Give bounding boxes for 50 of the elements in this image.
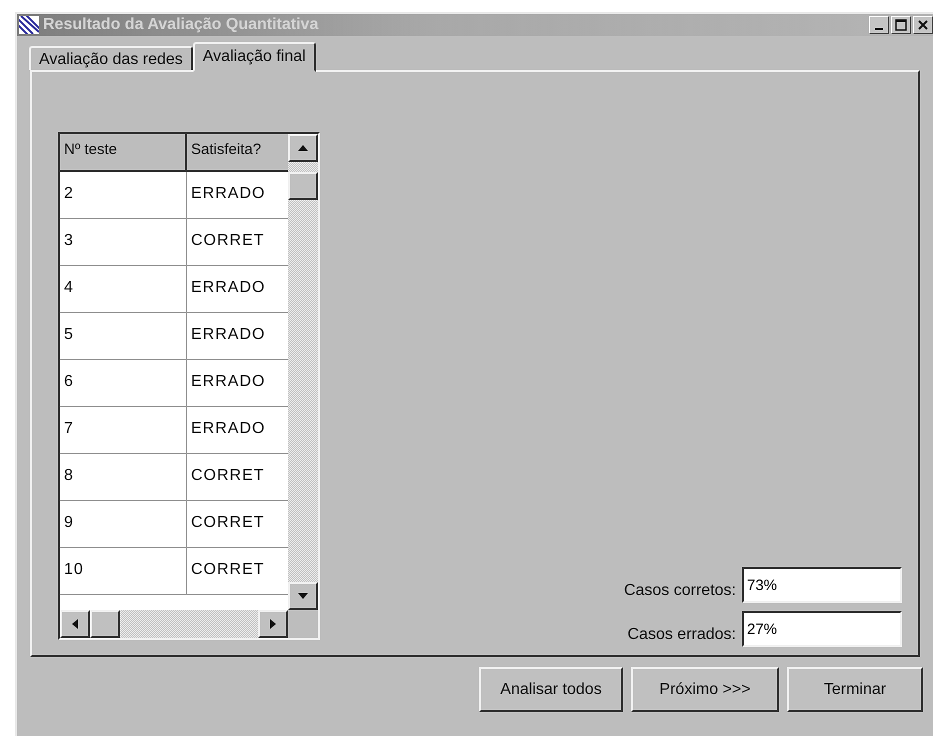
scroll-thumb[interactable] [90,610,120,638]
table-cell: 7 [60,407,187,453]
left-arrow-icon [72,619,78,629]
result-field[interactable]: 27% [742,611,902,647]
table-cell-text: ERRADO [190,419,266,439]
table-cell-text: ERRADO [190,278,266,298]
scroll-thumb[interactable] [288,172,318,200]
close-icon [917,19,929,31]
window-title: Resultado da Avaliação Quantitativa [43,15,318,35]
scroll-up-button[interactable] [288,134,318,162]
tab[interactable]: Avaliação das redes [29,46,193,70]
column-header[interactable]: Satisfeita? [187,134,288,172]
table-cell-text: ERRADO [190,184,266,204]
table-cell-text: CORRET [190,466,266,486]
maximize-button[interactable] [891,16,911,34]
dialog-button[interactable]: Analisar todos [479,667,623,712]
result-field[interactable]: 73% [742,567,902,603]
field-label: Casos errados: [628,625,736,645]
table-cell: 10 [60,548,187,594]
minimize-button[interactable] [869,16,889,34]
scroll-right-button[interactable] [258,610,288,638]
down-arrow-icon [298,593,308,599]
up-arrow-icon [298,145,308,151]
field-label: Casos corretos: [624,581,736,601]
app-icon [19,16,39,34]
table-cell-text: CORRET [190,513,266,533]
right-arrow-icon [270,619,276,629]
close-button[interactable] [913,16,933,34]
minimize-icon [875,28,883,30]
vertical-scrollbar[interactable] [288,134,318,610]
table-cell-text: ERRADO [190,325,266,345]
scrollbar-corner [288,610,318,638]
dialog-button[interactable]: Terminar [787,667,923,712]
table-cell: 2 [60,172,187,218]
table-cell-text: CORRET [190,231,266,251]
table-cell: 4 [60,266,187,312]
table-cell: 9 [60,501,187,547]
scroll-left-button[interactable] [60,610,90,638]
column-header[interactable]: Nº teste [60,134,187,172]
table-cell: 5 [60,313,187,359]
scroll-down-button[interactable] [288,582,318,610]
tab[interactable]: Avaliação final [192,42,316,72]
table-cell: 3 [60,219,187,265]
horizontal-scrollbar[interactable] [60,610,318,638]
table-cell-text: ERRADO [190,372,266,392]
table-cell: 6 [60,360,187,406]
table-cell-text: CORRET [190,560,266,580]
dialog-button[interactable]: Próximo >>> [631,667,779,712]
table-cell: 8 [60,454,187,500]
maximize-icon [895,19,907,31]
